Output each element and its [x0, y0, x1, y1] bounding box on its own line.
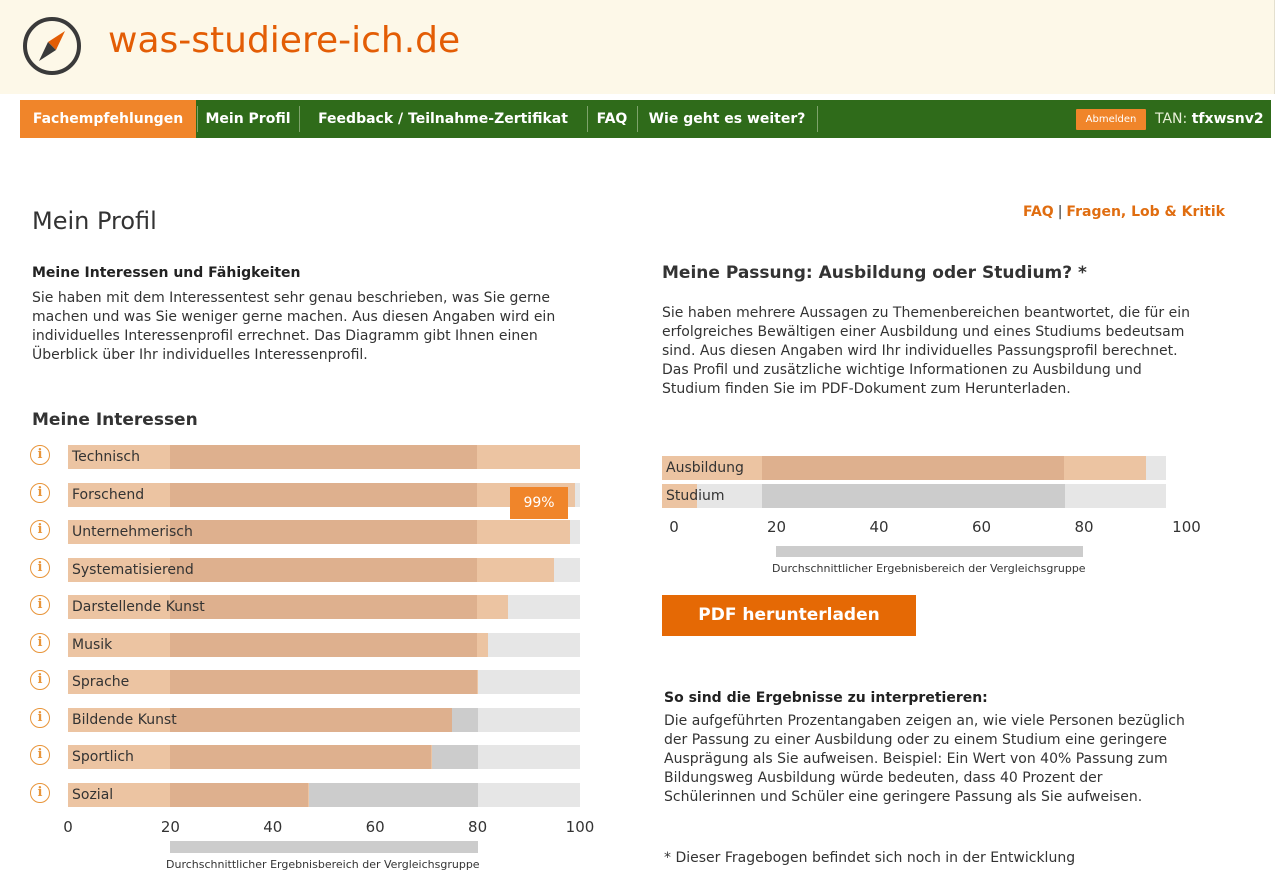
average-range-band [776, 546, 1083, 557]
average-range-label: Durchschnittlicher Ergebnisbereich der V… [772, 562, 1086, 575]
x-tick-label: 20 [766, 518, 787, 536]
interest-bar-track: Systematisierend [68, 558, 580, 582]
interest-bar-overlap [170, 633, 478, 657]
x-tick-label: 60 [365, 818, 385, 836]
top-links: FAQ | Fragen, Lob & Kritik [1023, 204, 1225, 220]
link-separator: | [1057, 204, 1063, 220]
footnote: * Dieser Fragebogen befindet sich noch i… [664, 850, 1076, 866]
x-tick-label: 0 [669, 518, 679, 536]
x-tick-label: 20 [160, 818, 180, 836]
tan-value: tfxwsnv2 [1191, 111, 1264, 127]
nav-item-mein-profil[interactable]: Mein Profil [198, 100, 298, 138]
feedback-link[interactable]: Fragen, Lob & Kritik [1066, 204, 1225, 220]
interests-heading: Meine Interessen und Fähigkeiten [32, 265, 301, 281]
interest-bar-overlap [170, 745, 432, 769]
interests-chart-heading: Meine Interessen [32, 410, 198, 430]
interest-label: Sportlich [72, 749, 134, 765]
interest-label: Unternehmerisch [72, 524, 193, 540]
interest-bar-track: Darstellende Kunst [68, 595, 580, 619]
passung-label: Studium [666, 488, 725, 504]
info-icon[interactable]: i [30, 520, 50, 540]
interest-bar-track: Musik [68, 633, 580, 657]
pdf-download-button[interactable]: PDF herunterladen [662, 595, 916, 636]
passung-bar-track: Studium [662, 484, 1166, 508]
site-title[interactable]: was-studiere-ich.de [108, 20, 460, 61]
interest-bar-track: Bildende Kunst [68, 708, 580, 732]
tan-display: TAN: tfxwsnv2 [1155, 100, 1264, 138]
info-icon[interactable]: i [30, 670, 50, 690]
logout-button[interactable]: Abmelden [1076, 109, 1146, 130]
interpretation-heading: So sind die Ergebnisse zu interpretieren… [664, 690, 988, 706]
interest-label: Sozial [72, 787, 114, 803]
interest-bar-overlap [170, 708, 452, 732]
passung-bar-average-range [762, 484, 1065, 508]
interest-bar-overlap [170, 783, 309, 807]
interest-label: Forschend [72, 487, 145, 503]
faq-link[interactable]: FAQ [1023, 204, 1054, 220]
x-tick-label: 100 [1172, 518, 1201, 536]
compass-icon[interactable] [21, 15, 83, 77]
passung-bar-track: Ausbildung [662, 456, 1166, 480]
info-icon[interactable]: i [30, 558, 50, 578]
x-tick-label: 100 [565, 818, 595, 836]
interest-bar-overlap [170, 520, 478, 544]
passung-label: Ausbildung [666, 460, 744, 476]
interest-bar-track: Sportlich [68, 745, 580, 769]
interest-label: Sprache [72, 674, 130, 690]
info-icon[interactable]: i [30, 633, 50, 653]
info-icon[interactable]: i [30, 745, 50, 765]
interest-bar-overlap [170, 595, 478, 619]
interest-label: Technisch [72, 449, 140, 465]
info-icon[interactable]: i [30, 783, 50, 803]
interest-label: Musik [72, 637, 113, 653]
interpretation-text: Die aufgeführten Prozentangaben zeigen a… [664, 713, 1185, 805]
page-title: Mein Profil [32, 207, 157, 235]
interest-bar-track: Sprache [68, 670, 580, 694]
interest-bar-overlap [170, 670, 478, 694]
x-tick-label: 40 [263, 818, 283, 836]
interests-description: Sie haben mit dem Interessentest sehr ge… [32, 290, 556, 363]
info-icon[interactable]: i [30, 445, 50, 465]
passung-heading: Meine Passung: Ausbildung oder Studium? … [662, 263, 1087, 283]
x-tick-label: 80 [1074, 518, 1094, 536]
interest-bar-track: Unternehmerisch [68, 520, 580, 544]
site-header: was-studiere-ich.de [0, 0, 1275, 94]
interest-bar-overlap [170, 445, 478, 469]
interest-label: Bildende Kunst [72, 712, 177, 728]
nav-item-faq[interactable]: FAQ [588, 100, 636, 138]
interest-label: Systematisierend [72, 562, 194, 578]
info-icon[interactable]: i [30, 483, 50, 503]
average-range-band [170, 841, 478, 853]
nav-item-fachempfehlungen[interactable]: Fachempfehlungen [20, 100, 196, 138]
x-tick-label: 40 [869, 518, 889, 536]
x-tick-label: 60 [971, 518, 992, 536]
interest-bar-overlap [170, 483, 478, 507]
nav-item-feedback[interactable]: Feedback / Teilnahme-Zertifikat [300, 100, 586, 138]
info-icon[interactable]: i [30, 595, 50, 615]
value-tooltip: 99% [510, 487, 568, 519]
interest-bar-track: Forschend [68, 483, 580, 507]
interest-bar-track: Sozial [68, 783, 580, 807]
nav-separator [817, 106, 818, 132]
average-range-label: Durchschnittlicher Ergebnisbereich der V… [166, 858, 480, 871]
x-tick-label: 80 [468, 818, 488, 836]
interest-bar-overlap [170, 558, 478, 582]
tan-prefix: TAN: [1155, 111, 1188, 127]
interest-bar-track: Technisch [68, 445, 580, 469]
nav-item-wie-geht-es-weiter[interactable]: Wie geht es weiter? [638, 100, 816, 138]
passung-description: Sie haben mehrere Aussagen zu Themenbere… [662, 305, 1190, 397]
main-nav: Fachempfehlungen Mein Profil Feedback / … [20, 100, 1271, 138]
interest-label: Darstellende Kunst [72, 599, 205, 615]
passung-bar-overlap [762, 456, 1065, 480]
info-icon[interactable]: i [30, 708, 50, 728]
x-tick-label: 0 [63, 818, 73, 836]
